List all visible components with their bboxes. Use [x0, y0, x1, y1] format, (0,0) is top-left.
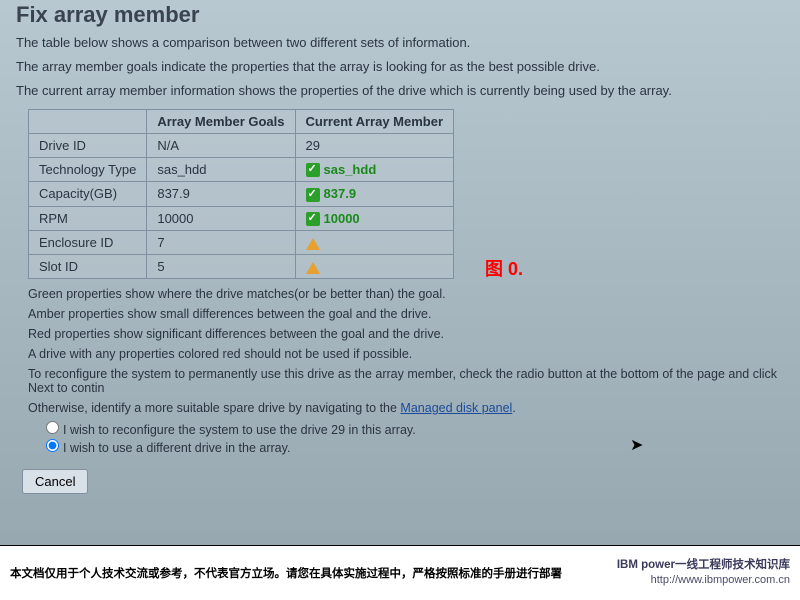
col-current: Current Array Member	[295, 109, 454, 133]
table-row: Technology Type sas_hdd sas_hdd	[29, 157, 454, 182]
option-group: I wish to reconfigure the system to use …	[46, 421, 784, 455]
footer-brand: IBM power一线工程师技术知识库 http://www.ibmpower.…	[617, 558, 790, 587]
page-title: Fix array member	[16, 0, 784, 28]
table-row: RPM 10000 10000	[29, 206, 454, 231]
table-row: Enclosure ID 7	[29, 231, 454, 255]
figure-label: 图 0.	[485, 255, 523, 281]
footer-bar: 本文档仅用于个人技术交流或参考，不代表官方立场。请您在具体实施过程中，严格按照标…	[0, 545, 800, 600]
table-row: Drive ID N/A 29	[29, 133, 454, 157]
check-icon	[306, 188, 320, 202]
footer-disclaimer: 本文档仅用于个人技术交流或参考，不代表官方立场。请您在具体实施过程中，严格按照标…	[10, 565, 562, 581]
check-icon	[306, 163, 320, 177]
warning-icon	[306, 238, 320, 250]
check-icon	[306, 212, 320, 226]
cancel-button[interactable]: Cancel	[22, 469, 88, 494]
desc-3: The current array member information sho…	[16, 82, 784, 100]
table-row: Capacity(GB) 837.9 837.9	[29, 182, 454, 207]
legend-red: Red properties show significant differen…	[28, 327, 784, 341]
instruction-otherwise: Otherwise, identify a more suitable spar…	[28, 401, 784, 415]
comparison-table: Array Member Goals Current Array Member …	[28, 109, 454, 280]
radio-different-input[interactable]	[46, 439, 59, 452]
radio-different[interactable]: I wish to use a different drive in the a…	[46, 439, 784, 455]
desc-1: The table below shows a comparison betwe…	[16, 34, 784, 52]
cursor-icon: ➤	[630, 435, 643, 455]
desc-2: The array member goals indicate the prop…	[16, 58, 784, 76]
col-goals: Array Member Goals	[147, 109, 295, 133]
table-row: Slot ID 5	[29, 255, 454, 279]
instruction-reconfigure: To reconfigure the system to permanently…	[28, 367, 784, 395]
managed-disk-link[interactable]: Managed disk panel	[400, 401, 512, 415]
radio-reconfigure-input[interactable]	[46, 421, 59, 434]
legend-avoid: A drive with any properties colored red …	[28, 347, 784, 361]
radio-reconfigure[interactable]: I wish to reconfigure the system to use …	[46, 421, 784, 437]
warning-icon	[306, 262, 320, 274]
legend-amber: Amber properties show small differences …	[28, 307, 784, 321]
legend-green: Green properties show where the drive ma…	[28, 287, 784, 301]
main-panel: Fix array member The table below shows a…	[0, 0, 800, 545]
